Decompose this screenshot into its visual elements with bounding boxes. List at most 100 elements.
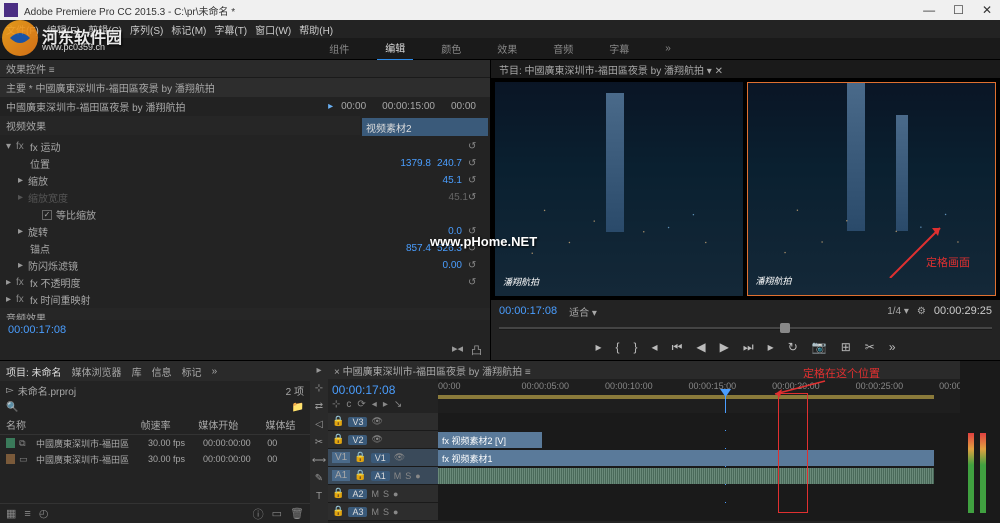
- solo-icon[interactable]: S: [405, 471, 411, 481]
- track-v3-header[interactable]: 🔒V3👁: [328, 413, 438, 430]
- ws-titles[interactable]: 字幕: [601, 37, 637, 60]
- tri-icon[interactable]: ▸: [6, 277, 16, 288]
- new-item-button[interactable]: ▭: [272, 507, 282, 520]
- slip-tool[interactable]: ⟷: [312, 455, 326, 469]
- selection-tool[interactable]: ▸: [316, 365, 321, 379]
- loop-button[interactable]: ↻: [788, 340, 798, 354]
- fx-transport-icon[interactable]: ▸◂: [452, 342, 463, 358]
- track-v2-header[interactable]: 🔒V2👁: [328, 431, 438, 448]
- pen-tool[interactable]: ✎: [315, 473, 323, 487]
- tri-icon[interactable]: ▸: [18, 226, 28, 237]
- scale-value[interactable]: 45.1: [443, 175, 462, 186]
- project-item[interactable]: ⧉中國廣東深圳市-福田區30.00 fps00:00:00:0000: [0, 435, 310, 451]
- uniform-checkbox[interactable]: ✓: [42, 210, 52, 220]
- markers-tab[interactable]: 标记: [182, 364, 202, 379]
- lock-icon[interactable]: 🔒: [354, 470, 366, 481]
- track-v3-body[interactable]: [438, 413, 960, 430]
- lock-icon[interactable]: 🔒: [354, 452, 366, 463]
- reset-icon[interactable]: ↺: [468, 277, 484, 288]
- maximize-button[interactable]: ☐: [953, 3, 964, 17]
- lock-icon[interactable]: 🔒: [332, 434, 344, 445]
- step-back-button[interactable]: ⏮: [672, 340, 683, 355]
- reset-icon[interactable]: ↺: [468, 175, 484, 186]
- overwrite-icon[interactable]: ▸: [383, 399, 388, 410]
- tri-icon[interactable]: ▸: [18, 192, 28, 203]
- minimize-button[interactable]: —: [923, 3, 935, 17]
- source-patch[interactable]: V1: [332, 452, 350, 463]
- position-x[interactable]: 1379.8: [400, 158, 431, 169]
- comparison-button[interactable]: ⊞: [841, 340, 851, 354]
- mute-icon[interactable]: M: [371, 489, 379, 499]
- track-v1-body[interactable]: fx 视频素材1: [438, 449, 960, 466]
- effect-controls-tab[interactable]: 效果控件 ≡: [0, 60, 490, 78]
- menu-window[interactable]: 窗口(W): [255, 22, 291, 37]
- source-patch[interactable]: A1: [332, 470, 350, 481]
- track-a3-body[interactable]: [438, 503, 960, 520]
- ws-assembly[interactable]: 组件: [321, 37, 357, 60]
- mute-icon[interactable]: M: [394, 471, 402, 481]
- opacity-effect[interactable]: fx 不透明度: [30, 275, 468, 290]
- program-scrubber[interactable]: [499, 322, 992, 334]
- overflow-tab[interactable]: »: [212, 366, 218, 377]
- ws-color[interactable]: 颜色: [433, 37, 469, 60]
- track-v1-header[interactable]: V1🔒V1👁: [328, 449, 438, 466]
- clip-v2[interactable]: fx 视频素材2 [V]: [438, 432, 542, 448]
- flicker-value[interactable]: 0.00: [443, 260, 462, 271]
- media-browser-tab[interactable]: 媒体浏览器: [72, 364, 122, 379]
- tri-icon[interactable]: ▾: [6, 141, 16, 152]
- menu-mark[interactable]: 标记(M): [171, 22, 206, 37]
- ws-overflow[interactable]: »: [657, 39, 679, 58]
- program-timecode[interactable]: 00:00:17:08: [499, 305, 557, 317]
- tri-icon[interactable]: ▸: [6, 294, 16, 305]
- play-button[interactable]: ▶: [720, 340, 729, 354]
- libraries-tab[interactable]: 库: [132, 364, 142, 379]
- reset-icon[interactable]: ↺: [468, 158, 484, 169]
- fx-timeline-clip[interactable]: 视频素材2: [362, 118, 488, 136]
- eye-icon[interactable]: 👁: [371, 434, 382, 445]
- wrench-icon[interactable]: ↘: [394, 399, 402, 410]
- record-icon[interactable]: ●: [393, 489, 398, 499]
- record-icon[interactable]: ●: [415, 471, 420, 481]
- trash-button[interactable]: 🗑: [290, 507, 304, 520]
- work-area-bar[interactable]: [438, 395, 934, 399]
- fx-timecode[interactable]: 00:00:17:08: [0, 320, 490, 340]
- snap-icon[interactable]: ⊹: [332, 399, 340, 410]
- rolling-tool[interactable]: ◁: [315, 419, 323, 433]
- fx-play-icon[interactable]: ▸: [328, 101, 333, 112]
- step-fwd-button[interactable]: ⏭: [743, 340, 754, 355]
- clip-v1[interactable]: fx 视频素材1: [438, 450, 934, 466]
- menu-help[interactable]: 帮助(H): [299, 22, 333, 37]
- resolution-dropdown[interactable]: 1/4 ▾: [887, 306, 909, 317]
- col-name[interactable]: 名称: [6, 417, 141, 432]
- icon-view-button[interactable]: ≡: [24, 508, 30, 520]
- track-a3-header[interactable]: 🔒A3MS●: [328, 503, 438, 520]
- bin-icon[interactable]: 📁: [292, 402, 304, 413]
- timeremap-effect[interactable]: fx 时间重映射: [30, 292, 484, 307]
- motion-effect[interactable]: fx 运动: [30, 139, 468, 154]
- settings-icon[interactable]: ⚙: [917, 306, 926, 317]
- eye-icon[interactable]: 👁: [371, 416, 382, 427]
- solo-icon[interactable]: S: [383, 489, 389, 499]
- lock-icon[interactable]: 🔒: [332, 416, 344, 427]
- info-button[interactable]: ⓘ: [253, 506, 264, 522]
- reset-icon[interactable]: ↺: [468, 192, 484, 203]
- ripple-tool[interactable]: ⇄: [315, 401, 323, 415]
- goto-in-button[interactable]: ◂: [652, 340, 658, 354]
- fx-transport-icon[interactable]: 凸: [471, 342, 482, 358]
- project-tab[interactable]: 项目: 未命名: [6, 364, 62, 379]
- goto-out-button[interactable]: ▸: [768, 340, 774, 354]
- play-reverse-button[interactable]: ◀: [696, 340, 705, 354]
- mark-in-button[interactable]: ▸: [595, 340, 601, 354]
- list-view-button[interactable]: ▦: [6, 507, 16, 520]
- more-button[interactable]: »: [889, 340, 896, 354]
- trim-button[interactable]: ✂: [865, 340, 875, 354]
- close-button[interactable]: ✕: [982, 3, 992, 17]
- track-a2-header[interactable]: 🔒A2MS●: [328, 485, 438, 502]
- track-a1-header[interactable]: A1🔒A1MS●: [328, 467, 438, 484]
- col-start[interactable]: 媒体开始: [198, 417, 265, 432]
- track-v2-body[interactable]: fx 视频素材2 [V]: [438, 431, 960, 448]
- marker-icon[interactable]: ⟳: [357, 399, 365, 410]
- program-monitor-left[interactable]: 潘翔航拍: [495, 82, 743, 296]
- track-select-tool[interactable]: ⊹: [315, 383, 323, 397]
- record-icon[interactable]: ●: [393, 507, 398, 517]
